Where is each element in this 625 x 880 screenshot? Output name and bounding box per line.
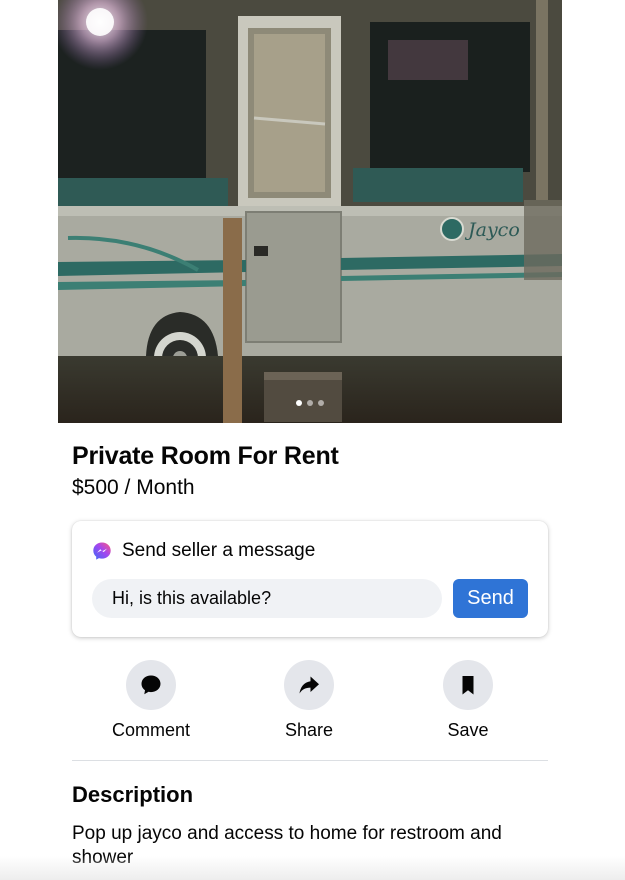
bookmark-icon: [462, 676, 474, 695]
carousel-dots[interactable]: [296, 400, 324, 406]
camper-image: Jayco: [58, 0, 562, 423]
comment-icon: [141, 675, 161, 695]
marketplace-listing: Jayco Private Room For Rent $500 / Month…: [0, 0, 625, 880]
share-button[interactable]: Share: [244, 660, 374, 741]
share-label: Share: [284, 720, 334, 740]
save-label: Save: [447, 720, 489, 740]
message-input[interactable]: [92, 579, 442, 618]
bottom-edge-fade: [0, 856, 625, 880]
section-divider: [72, 760, 548, 761]
send-message-header: Send seller a message: [92, 540, 315, 562]
send-message-title: Send seller a message: [122, 540, 316, 561]
carousel-dot-2[interactable]: [307, 400, 313, 406]
messenger-icon: [93, 542, 111, 560]
save-icon-circle[interactable]: [443, 660, 493, 710]
carousel-dot-1[interactable]: [296, 400, 302, 406]
comment-label: Comment: [111, 720, 191, 740]
listing-actions: Comment Share Save: [72, 660, 548, 744]
share-icon: [299, 676, 319, 694]
comment-icon-circle[interactable]: [126, 660, 176, 710]
share-icon-circle[interactable]: [284, 660, 334, 710]
listing-photo[interactable]: Jayco: [58, 0, 562, 423]
comment-button[interactable]: Comment: [86, 660, 216, 741]
carousel-dot-3[interactable]: [318, 400, 324, 406]
listing-title: Private Room For Rent: [72, 442, 339, 470]
brand-mark: Jayco: [464, 219, 520, 241]
description-heading: Description: [72, 782, 194, 807]
listing-price: $500 / Month: [72, 476, 195, 499]
save-button[interactable]: Save: [403, 660, 533, 741]
send-button[interactable]: Send: [453, 579, 528, 618]
send-message-card: Send seller a message Send: [72, 521, 548, 637]
